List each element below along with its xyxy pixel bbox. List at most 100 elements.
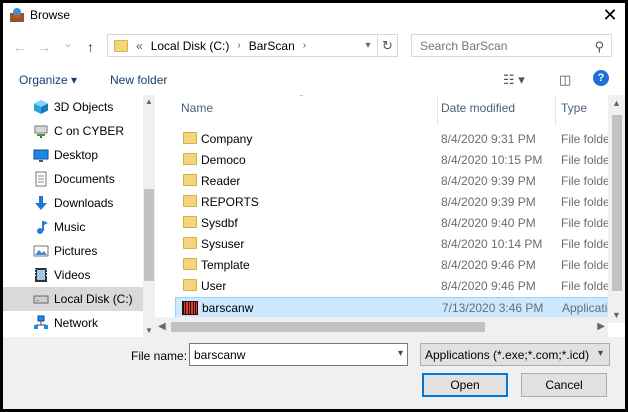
sidebar-item[interactable]: Local Disk (C:) <box>3 287 143 311</box>
scroll-thumb[interactable] <box>612 115 622 291</box>
barcode-app-icon <box>181 299 199 317</box>
file-row[interactable]: Reader 8/4/2020 9:39 PM File folder <box>175 171 615 192</box>
file-name-input[interactable] <box>190 344 380 365</box>
sidebar-item-label: Network <box>54 316 99 330</box>
help-icon[interactable]: ? <box>593 70 609 86</box>
breadcrumb-local-disk[interactable]: Local Disk (C:) <box>151 39 230 53</box>
sidebar-item-label: Videos <box>54 268 91 282</box>
sidebar-item[interactable]: Music <box>3 215 143 239</box>
window-title: Browse <box>30 8 71 22</box>
file-row[interactable]: barscanw 7/13/2020 3:46 PM Application <box>175 297 621 318</box>
cancel-button[interactable]: Cancel <box>521 373 607 397</box>
organize-button[interactable]: Organize ▾ <box>19 73 77 87</box>
sidebar-item-label: Pictures <box>54 244 98 258</box>
file-row[interactable]: Sysdbf 8/4/2020 9:40 PM File folder <box>175 213 615 234</box>
file-name: barscanw <box>202 301 254 315</box>
sidebar-item[interactable]: C on CYBER <box>3 119 143 143</box>
preview-pane-icon[interactable]: ◫ <box>559 72 571 88</box>
file-row[interactable]: Template 8/4/2020 9:46 PM File folder <box>175 255 615 276</box>
folder-icon <box>183 237 197 249</box>
file-type: File folder <box>561 279 614 293</box>
search-input[interactable] <box>412 35 582 56</box>
scroll-down-icon[interactable]: ▼ <box>145 326 153 335</box>
back-button[interactable]: ← <box>13 39 27 55</box>
file-name: REPORTS <box>201 195 259 209</box>
folder-icon <box>183 195 197 207</box>
folder-icon <box>114 39 128 52</box>
address-bar[interactable]: « Local Disk (C:) › BarScan › ▾ ↻ <box>107 34 398 57</box>
command-bar: Organize ▾ New folder ☷ ▾ ◫ <box>3 65 625 95</box>
sidebar-item[interactable]: Downloads <box>3 191 143 215</box>
breadcrumb-overflow[interactable]: « <box>136 39 143 53</box>
column-divider[interactable] <box>437 95 438 125</box>
scroll-thumb[interactable] <box>171 322 485 332</box>
refresh-icon[interactable]: ↻ <box>377 35 397 56</box>
sidebar-item-label: C on CYBER <box>54 124 125 138</box>
file-date-modified: 8/4/2020 10:14 PM <box>441 237 543 251</box>
sidebar-item[interactable]: Pictures <box>3 239 143 263</box>
file-name: Sysdbf <box>201 216 238 230</box>
scroll-up-icon[interactable]: ▲ <box>145 97 153 106</box>
sidebar-item[interactable]: Network <box>3 311 143 335</box>
folder-icon <box>183 258 197 270</box>
forward-button[interactable]: → <box>37 39 51 55</box>
scroll-up-icon[interactable]: ▲ <box>612 98 621 108</box>
sidebar-item-label: Desktop <box>54 148 99 162</box>
file-type: File folder <box>561 216 614 230</box>
file-row[interactable]: REPORTS 8/4/2020 9:39 PM File folder <box>175 192 615 213</box>
file-type: File folder <box>561 237 614 251</box>
videos-icon <box>33 267 49 283</box>
file-name: Democo <box>201 153 246 167</box>
open-button[interactable]: Open <box>422 373 508 397</box>
scroll-left-icon[interactable]: ◀ <box>158 321 166 332</box>
network-icon <box>33 315 49 331</box>
scroll-thumb[interactable] <box>144 189 154 281</box>
chevron-right-icon[interactable]: › <box>303 40 306 51</box>
column-header-type[interactable]: Type <box>561 101 587 115</box>
file-date-modified: 8/4/2020 9:46 PM <box>441 258 536 272</box>
file-row[interactable]: Sysuser 8/4/2020 10:14 PM File folder <box>175 234 615 255</box>
cube-icon <box>33 99 49 115</box>
close-button[interactable]: ✕ <box>595 3 625 27</box>
folder-icon <box>183 216 197 228</box>
sidebar-item-label: 3D Objects <box>54 100 114 114</box>
recent-locations-button[interactable]: ⌄ <box>63 36 73 50</box>
chevron-down-icon[interactable]: ▾ <box>398 348 403 359</box>
new-folder-button[interactable]: New folder <box>110 73 167 87</box>
file-name-combobox[interactable]: ▾ <box>189 343 408 366</box>
chevron-down-icon[interactable]: ▾ <box>359 40 377 51</box>
file-row[interactable]: Democo 8/4/2020 10:15 PM File folder <box>175 150 615 171</box>
file-list-horizontal-scrollbar[interactable]: ◀ ▶ <box>155 317 608 337</box>
file-type: File folder <box>561 153 614 167</box>
column-header-name[interactable]: Name <box>181 101 213 115</box>
file-name: User <box>201 279 227 293</box>
file-row[interactable]: Company 8/4/2020 9:31 PM File folder <box>175 129 615 150</box>
scroll-right-icon[interactable]: ▶ <box>597 321 605 332</box>
folder-icon <box>183 174 197 186</box>
file-type-select[interactable]: Applications (*.exe;*.com;*.icd) ▾ <box>420 343 610 366</box>
file-name: Template <box>201 258 250 272</box>
sidebar-item[interactable]: 3D Objects <box>3 95 143 119</box>
dialog-footer: File name: ▾ Applications (*.exe;*.com;*… <box>3 337 625 409</box>
folder-icon <box>183 153 197 165</box>
scroll-down-icon[interactable]: ▼ <box>612 310 621 320</box>
search-box[interactable]: ⚲ <box>411 34 612 57</box>
file-list-vertical-scrollbar[interactable]: ▲ ▼ <box>608 95 625 323</box>
up-button[interactable]: ↑ <box>87 39 94 55</box>
column-divider[interactable] <box>555 95 556 125</box>
sidebar-item[interactable]: Videos <box>3 263 143 287</box>
sidebar-item[interactable]: Documents <box>3 167 143 191</box>
sidebar-item[interactable]: Desktop <box>3 143 143 167</box>
music-icon <box>33 219 49 235</box>
download-icon <box>33 195 49 211</box>
view-options-icon[interactable]: ☷ ▾ <box>503 72 525 88</box>
navigation-scrollbar[interactable]: ▲ ▼ <box>143 95 155 337</box>
file-type: File folder <box>561 195 614 209</box>
search-icon: ⚲ <box>594 39 604 54</box>
file-date-modified: 8/4/2020 9:39 PM <box>441 174 536 188</box>
chevron-right-icon[interactable]: › <box>237 40 240 51</box>
file-date-modified: 8/4/2020 9:31 PM <box>441 132 536 146</box>
breadcrumb-barscan[interactable]: BarScan <box>249 39 295 53</box>
column-header-date[interactable]: Date modified <box>441 101 515 115</box>
file-row[interactable]: User 8/4/2020 9:46 PM File folder <box>175 276 615 297</box>
